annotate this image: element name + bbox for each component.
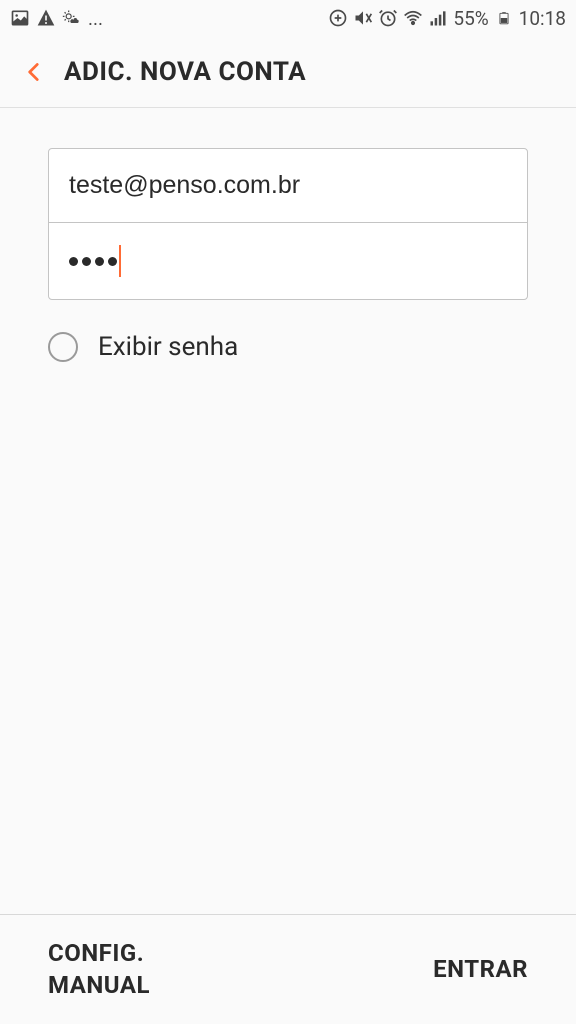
- page-title: ADIC. NOVA CONTA: [64, 57, 306, 87]
- picture-icon: [10, 8, 30, 28]
- notification-overflow: ...: [88, 7, 103, 30]
- alarm-icon: [378, 8, 398, 28]
- signal-icon: [428, 8, 448, 28]
- email-field[interactable]: [49, 149, 527, 222]
- enter-button[interactable]: ENTRAR: [433, 954, 528, 985]
- password-dots: [69, 257, 117, 266]
- status-right-icons: 55% 10:18: [328, 7, 566, 30]
- manual-config-line1: CONFIG.: [48, 938, 150, 969]
- password-field[interactable]: [49, 223, 527, 299]
- app-header: ADIC. NOVA CONTA: [0, 36, 576, 108]
- back-button[interactable]: [12, 50, 56, 94]
- form-content: Exibir senha: [0, 108, 576, 914]
- chevron-left-icon: [21, 59, 47, 85]
- battery-icon: [494, 8, 514, 28]
- footer-actions: CONFIG. MANUAL ENTRAR: [0, 914, 576, 1024]
- status-bar: ... 55% 10:18: [0, 0, 576, 36]
- show-password-checkbox[interactable]: Exibir senha: [48, 332, 528, 362]
- manual-config-line2: MANUAL: [48, 970, 150, 1001]
- data-saver-icon: [328, 8, 348, 28]
- mute-icon: [353, 8, 373, 28]
- weather-icon: [62, 8, 82, 28]
- manual-config-button[interactable]: CONFIG. MANUAL: [48, 938, 150, 1000]
- battery-percent: 55%: [453, 7, 488, 30]
- show-password-label: Exibir senha: [98, 332, 238, 362]
- wifi-icon: [403, 8, 423, 28]
- status-left-icons: ...: [10, 7, 103, 30]
- text-cursor: [119, 245, 121, 277]
- warning-icon: [36, 8, 56, 28]
- clock-time: 10:18: [519, 7, 566, 30]
- checkbox-circle-icon: [48, 332, 78, 362]
- credentials-input-group: [48, 148, 528, 300]
